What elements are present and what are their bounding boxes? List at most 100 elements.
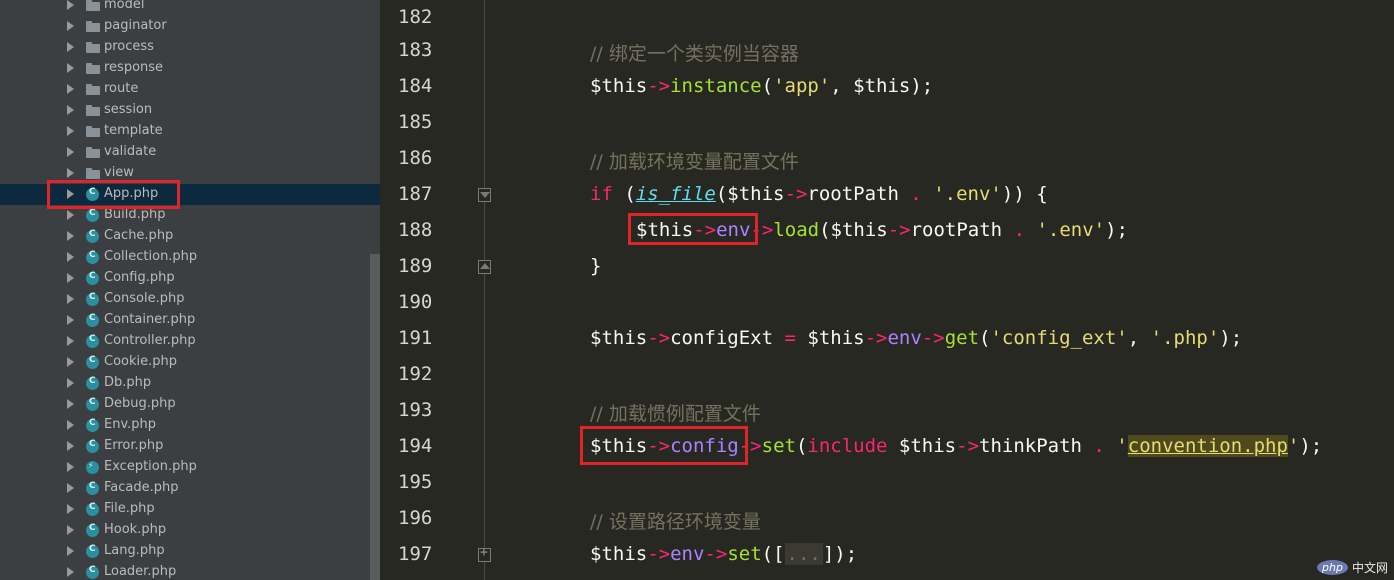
expand-arrow-icon[interactable] — [67, 420, 74, 430]
code-line[interactable]: 187 if (is_file($this->rootPath . '.env'… — [380, 177, 1394, 213]
token-arrow: -> — [887, 219, 911, 241]
code-line[interactable]: 186 // 加载环境变量配置文件 — [380, 141, 1394, 177]
code-line[interactable]: 195 — [380, 465, 1394, 501]
token-arrow: -> — [784, 183, 808, 205]
expand-arrow-icon[interactable] — [67, 189, 74, 199]
expand-arrow-icon[interactable] — [67, 126, 74, 136]
expand-arrow-icon[interactable] — [67, 21, 74, 31]
token-prop: env — [670, 543, 705, 565]
tree-item[interactable]: model — [0, 0, 380, 16]
code-line[interactable]: 190 — [380, 285, 1394, 321]
expand-arrow-icon[interactable] — [67, 252, 74, 262]
expand-arrow-icon[interactable] — [67, 483, 74, 493]
expand-arrow-icon[interactable] — [67, 231, 74, 241]
tree-item[interactable]: Console.php — [0, 289, 380, 310]
tree-item[interactable]: Cache.php — [0, 226, 380, 247]
tree-item-label: Collection.php — [104, 249, 198, 264]
tree-item[interactable]: route — [0, 79, 380, 100]
line-number: 189 — [398, 255, 433, 277]
code-line[interactable]: 185 — [380, 105, 1394, 141]
token-var: $this — [590, 435, 648, 457]
expand-arrow-icon[interactable] — [67, 84, 74, 94]
code-line[interactable]: 184 $this->instance('app', $this); — [380, 69, 1394, 105]
expand-arrow-icon[interactable] — [67, 168, 74, 178]
code-line[interactable]: 191 $this->configExt = $this->env->get('… — [380, 321, 1394, 357]
tree-item[interactable]: Cookie.php — [0, 352, 380, 373]
expand-arrow-icon[interactable] — [67, 0, 74, 10]
tree-item[interactable]: Lang.php — [0, 541, 380, 562]
token-prop: configExt — [670, 327, 774, 349]
tree-item[interactable]: process — [0, 37, 380, 58]
tree-item[interactable]: Db.php — [0, 373, 380, 394]
tree-item[interactable]: Controller.php — [0, 331, 380, 352]
token-method: instance — [670, 75, 762, 97]
php-class-icon — [86, 481, 99, 495]
tree-item[interactable]: Error.php — [0, 436, 380, 457]
token-include-path[interactable]: convention.php — [1127, 435, 1288, 457]
code-line[interactable]: 194 $this->config->set(include $this->th… — [380, 429, 1394, 465]
token-var: $this — [590, 327, 648, 349]
expand-arrow-icon[interactable] — [67, 273, 74, 283]
tree-item[interactable]: response — [0, 58, 380, 79]
code-line[interactable]: 192 — [380, 357, 1394, 393]
code-line[interactable]: 183 // 绑定一个类实例当容器 — [380, 33, 1394, 69]
tree-item-label: App.php — [104, 186, 159, 201]
code-line[interactable]: 197 $this->env->set([...]); — [380, 537, 1394, 573]
expand-arrow-icon[interactable] — [67, 357, 74, 367]
tree-item[interactable]: session — [0, 100, 380, 121]
expand-arrow-icon[interactable] — [67, 105, 74, 115]
expand-arrow-icon[interactable] — [67, 63, 74, 73]
tree-item[interactable]: Env.php — [0, 415, 380, 436]
tree-item[interactable]: Hook.php — [0, 520, 380, 541]
expand-arrow-icon[interactable] — [67, 336, 74, 346]
php-class-icon — [86, 376, 99, 390]
collapsed-code-block[interactable]: ... — [784, 543, 823, 565]
tree-item-label: session — [104, 102, 153, 117]
expand-arrow-icon[interactable] — [67, 294, 74, 304]
expand-arrow-icon[interactable] — [67, 504, 74, 514]
expand-arrow-icon[interactable] — [67, 210, 74, 220]
tree-item[interactable]: Exception.php — [0, 457, 380, 478]
tree-item[interactable]: File.php — [0, 499, 380, 520]
code-line[interactable]: 182 — [380, 0, 1394, 36]
expand-arrow-icon[interactable] — [67, 315, 74, 325]
expand-arrow-icon[interactable] — [67, 567, 74, 577]
code-line[interactable]: 189 } — [380, 249, 1394, 285]
folder-icon — [86, 0, 101, 13]
fold-collapse-icon[interactable] — [478, 188, 491, 202]
tree-item[interactable]: paginator — [0, 16, 380, 37]
code-editor[interactable]: 182 183 // 绑定一个类实例当容器 184 $this->instanc… — [380, 0, 1394, 580]
expand-arrow-icon[interactable] — [67, 441, 74, 451]
fold-expand-icon[interactable] — [478, 545, 491, 562]
tree-item[interactable]: Loader.php — [0, 562, 380, 580]
tree-item[interactable]: Container.php — [0, 310, 380, 331]
expand-arrow-icon[interactable] — [67, 525, 74, 535]
tree-item[interactable]: Config.php — [0, 268, 380, 289]
code-line[interactable]: 193 // 加载惯例配置文件 — [380, 393, 1394, 429]
fold-end-icon[interactable] — [478, 260, 491, 274]
tree-item[interactable]: view — [0, 163, 380, 184]
expand-arrow-icon[interactable] — [67, 546, 74, 556]
token-var: $this — [887, 435, 957, 457]
tree-item[interactable]: Build.php — [0, 205, 380, 226]
tree-item[interactable]: Collection.php — [0, 247, 380, 268]
tree-item[interactable]: App.php — [0, 184, 380, 205]
tree-item-label: File.php — [104, 501, 155, 516]
expand-arrow-icon[interactable] — [67, 147, 74, 157]
tree-item[interactable]: validate — [0, 142, 380, 163]
expand-arrow-icon[interactable] — [67, 378, 74, 388]
tree-item[interactable]: Facade.php — [0, 478, 380, 499]
expand-arrow-icon[interactable] — [67, 42, 74, 52]
token-op: . — [898, 183, 934, 205]
tree-item[interactable]: template — [0, 121, 380, 142]
token-arrow: -> — [750, 219, 774, 241]
expand-arrow-icon[interactable] — [67, 399, 74, 409]
expand-arrow-icon[interactable] — [67, 462, 74, 472]
code-line[interactable]: 188 $this->env->load($this->rootPath . '… — [380, 213, 1394, 249]
tree-item[interactable]: Debug.php — [0, 394, 380, 415]
tree-item-label: model — [104, 0, 145, 12]
sidebar-scrollbar[interactable] — [370, 254, 380, 580]
php-class-icon — [86, 292, 99, 306]
token-var: $this — [807, 327, 865, 349]
code-line[interactable]: 196 // 设置路径环境变量 — [380, 501, 1394, 537]
